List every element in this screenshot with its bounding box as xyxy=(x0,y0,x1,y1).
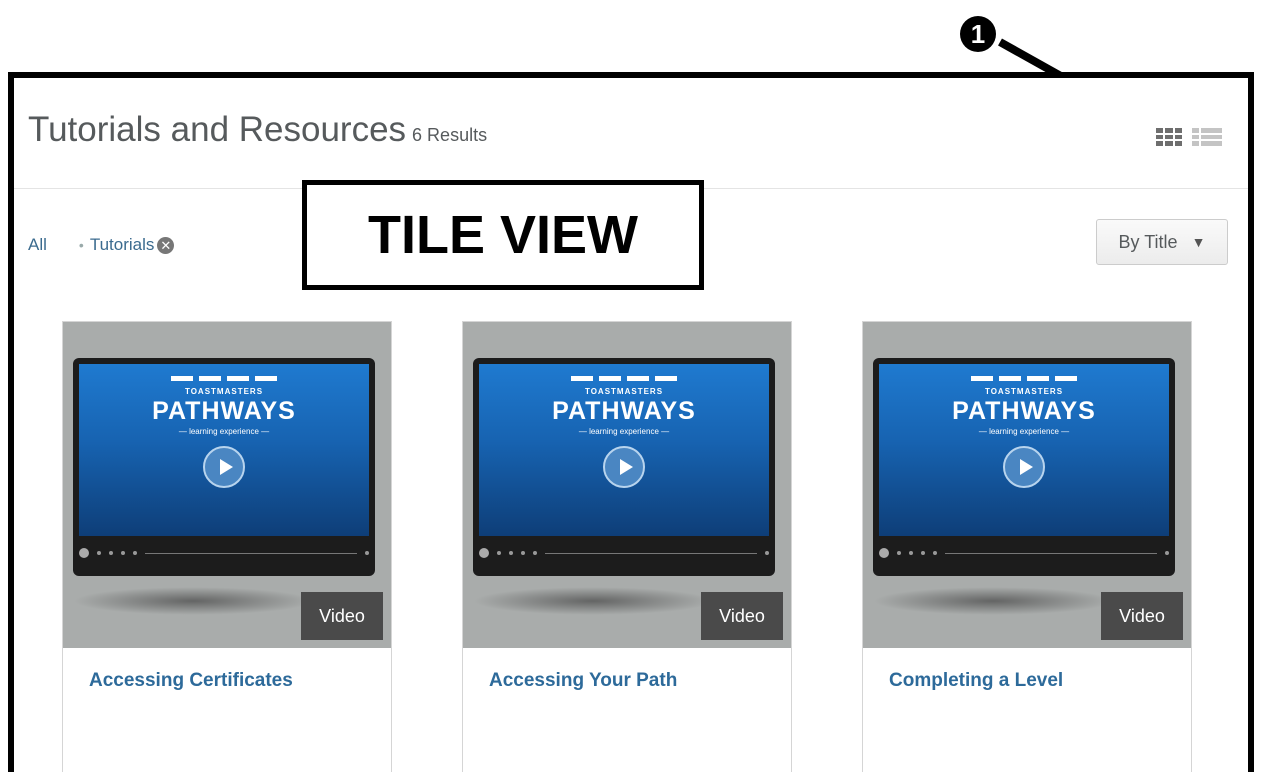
close-circle-icon[interactable]: ✕ xyxy=(157,236,175,254)
card-title-link[interactable]: Accessing Your Path xyxy=(489,670,677,692)
tile-card[interactable]: TOASTMASTERS PATHWAYS — learning experie… xyxy=(862,321,1192,772)
tile-view-annotation: TILE VIEW xyxy=(302,180,704,290)
sort-dropdown[interactable]: By Title ▼ xyxy=(1096,219,1228,265)
video-player-image: TOASTMASTERS PATHWAYS — learning experie… xyxy=(73,358,375,576)
brand-sub: — learning experience — xyxy=(578,427,670,436)
brand-top: TOASTMASTERS xyxy=(584,387,664,396)
tile-card[interactable]: TOASTMASTERS PATHWAYS — learning experie… xyxy=(462,321,792,772)
play-icon xyxy=(203,446,245,488)
card-title-link[interactable]: Completing a Level xyxy=(889,670,1063,692)
brand-main: PATHWAYS xyxy=(952,397,1096,425)
filter-tag-tutorials[interactable]: Tutorials xyxy=(90,235,155,255)
brand-top: TOASTMASTERS xyxy=(984,387,1064,396)
play-icon xyxy=(1003,446,1045,488)
view-toggle xyxy=(1156,128,1222,146)
brand-sub: — learning experience — xyxy=(178,427,270,436)
page-header: Tutorials and Resources 6 Results xyxy=(14,78,1248,189)
tutorials-panel: Tutorials and Resources 6 Results All • T… xyxy=(8,72,1254,772)
video-thumbnail: TOASTMASTERS PATHWAYS — learning experie… xyxy=(63,322,391,648)
content-type-badge: Video xyxy=(701,592,783,640)
brand-main: PATHWAYS xyxy=(552,397,696,425)
video-player-image: TOASTMASTERS PATHWAYS — learning experie… xyxy=(473,358,775,576)
list-view-icon[interactable] xyxy=(1192,128,1222,146)
content-type-badge: Video xyxy=(301,592,383,640)
video-thumbnail: TOASTMASTERS PATHWAYS — learning experie… xyxy=(463,322,791,648)
callout-marker: 1 xyxy=(960,16,996,52)
filter-all-link[interactable]: All xyxy=(28,235,47,255)
content-type-badge: Video xyxy=(1101,592,1183,640)
filter-bar: All • Tutorials ✕ xyxy=(28,235,175,255)
play-icon xyxy=(603,446,645,488)
filter-separator: • xyxy=(78,237,84,253)
caret-down-icon: ▼ xyxy=(1191,234,1206,250)
video-thumbnail: TOASTMASTERS PATHWAYS — learning experie… xyxy=(863,322,1191,648)
brand-main: PATHWAYS xyxy=(152,397,296,425)
page-title: Tutorials and Resources 6 Results xyxy=(28,110,487,150)
brand-sub: — learning experience — xyxy=(978,427,1070,436)
tile-card[interactable]: TOASTMASTERS PATHWAYS — learning experie… xyxy=(62,321,392,772)
brand-top: TOASTMASTERS xyxy=(184,387,264,396)
results-count: 6 Results xyxy=(412,125,488,145)
video-player-image: TOASTMASTERS PATHWAYS — learning experie… xyxy=(873,358,1175,576)
tile-view-icon[interactable] xyxy=(1156,128,1182,146)
page-title-text: Tutorials and Resources xyxy=(28,110,407,149)
sort-label: By Title xyxy=(1118,231,1178,252)
card-title-link[interactable]: Accessing Certificates xyxy=(89,670,293,692)
